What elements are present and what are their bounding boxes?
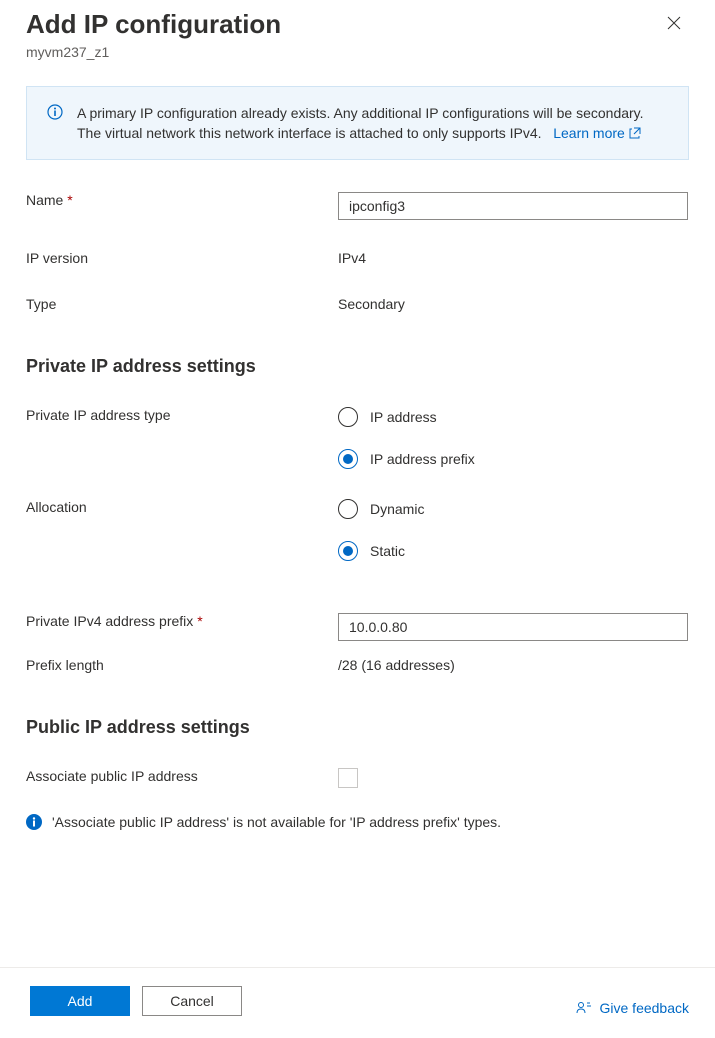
private-ip-heading: Private IP address settings	[26, 356, 689, 377]
radio-ip-address[interactable]: IP address	[338, 407, 689, 427]
public-ip-note: 'Associate public IP address' is not ava…	[52, 814, 501, 830]
cancel-button[interactable]: Cancel	[142, 986, 242, 1016]
radio-static-label: Static	[370, 543, 405, 559]
prefix-length-value: /28 (16 addresses)	[338, 653, 689, 673]
public-ip-heading: Public IP address settings	[26, 717, 689, 738]
page-title: Add IP configuration	[26, 8, 281, 42]
ipversion-label: IP version	[26, 246, 338, 266]
learn-more-link[interactable]: Learn more	[553, 123, 641, 143]
give-feedback-label: Give feedback	[600, 1000, 690, 1016]
required-indicator: *	[67, 192, 72, 208]
name-label: Name	[26, 192, 63, 208]
private-ip-type-label: Private IP address type	[26, 403, 338, 423]
name-input[interactable]	[338, 192, 688, 220]
type-value: Secondary	[338, 292, 689, 312]
radio-ip-prefix[interactable]: IP address prefix	[338, 449, 689, 469]
external-link-icon	[629, 127, 641, 139]
info-banner: A primary IP configuration already exist…	[26, 86, 689, 161]
info-icon	[47, 104, 63, 120]
feedback-icon	[576, 1000, 592, 1016]
associate-public-label: Associate public IP address	[26, 764, 338, 784]
learn-more-label: Learn more	[553, 123, 625, 143]
page-subtitle: myvm237_z1	[26, 44, 281, 60]
radio-static[interactable]: Static	[338, 541, 689, 561]
add-button[interactable]: Add	[30, 986, 130, 1016]
radio-ip-address-label: IP address	[370, 409, 437, 425]
prefix-length-label: Prefix length	[26, 653, 338, 673]
radio-dynamic[interactable]: Dynamic	[338, 499, 689, 519]
ipversion-value: IPv4	[338, 246, 689, 266]
required-indicator: *	[197, 613, 202, 629]
prefix-label: Private IPv4 address prefix	[26, 613, 193, 629]
close-icon	[667, 16, 681, 30]
close-button[interactable]	[659, 8, 689, 42]
associate-public-checkbox	[338, 768, 358, 788]
allocation-label: Allocation	[26, 495, 338, 515]
footer: Add Cancel Give feedback	[0, 967, 715, 1038]
radio-dynamic-label: Dynamic	[370, 501, 424, 517]
info-icon	[26, 814, 42, 830]
type-label: Type	[26, 292, 338, 312]
prefix-input[interactable]	[338, 613, 688, 641]
radio-ip-prefix-label: IP address prefix	[370, 451, 475, 467]
give-feedback-link[interactable]: Give feedback	[576, 1000, 690, 1016]
